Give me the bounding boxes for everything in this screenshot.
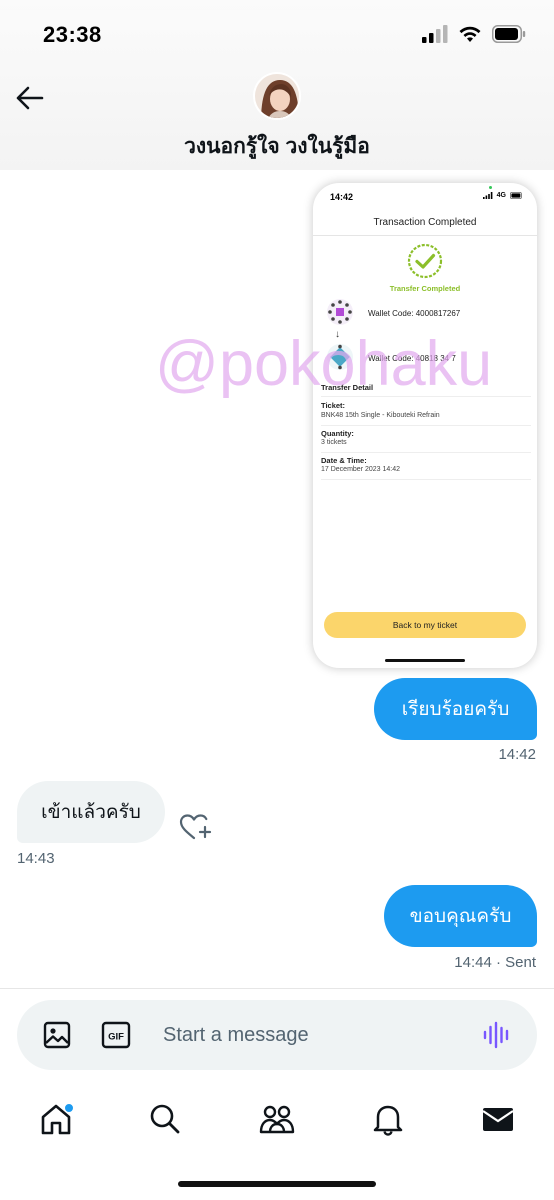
watermark: @pokohaku xyxy=(155,329,493,399)
status-bar: 23:38 xyxy=(0,0,554,70)
communities-icon xyxy=(259,1105,295,1134)
message-composer: GIF xyxy=(17,1000,537,1070)
attachment-divider xyxy=(313,235,537,236)
datetime-label: Date & Time: xyxy=(321,456,367,465)
status-icons xyxy=(422,25,526,43)
heart-plus-icon xyxy=(179,814,212,840)
battery-icon xyxy=(510,192,522,199)
nav-home[interactable] xyxy=(36,1099,76,1139)
transfer-completed-label: Transfer Completed xyxy=(389,284,461,293)
message-timestamp: 14:44 · Sent xyxy=(454,954,536,971)
attachment-title: Transaction Completed xyxy=(373,217,477,228)
attachment-status-icons: 4G xyxy=(482,192,523,199)
avatar[interactable] xyxy=(253,72,301,120)
wallet-code-from: Wallet Code: 4000817267 xyxy=(368,309,461,318)
home-indicator xyxy=(178,1181,376,1187)
back-to-ticket-button: Back to my ticket xyxy=(324,612,526,638)
nav-search[interactable] xyxy=(145,1099,185,1139)
wifi-icon xyxy=(459,26,481,42)
message-bubble-received[interactable]: เข้าแล้วครับ xyxy=(17,781,165,843)
conversation-title[interactable]: วงนอกรู้ใจ วงในรู้มือ xyxy=(0,130,554,163)
arrow-left-icon xyxy=(16,86,44,110)
notification-dot xyxy=(64,1103,74,1113)
privacy-dot xyxy=(489,186,492,189)
add-gif-button[interactable]: GIF xyxy=(101,1020,131,1050)
check-circle-icon xyxy=(407,243,443,279)
add-reaction-button[interactable] xyxy=(178,812,212,842)
message-timestamp: 14:42 xyxy=(498,746,536,763)
ticket-label: Ticket: xyxy=(321,401,346,410)
voice-icon xyxy=(483,1021,509,1049)
message-bubble-sent[interactable]: ขอบคุณครับ xyxy=(384,885,537,947)
nav-notifications[interactable] xyxy=(368,1099,408,1139)
gif-icon: GIF xyxy=(101,1021,131,1049)
voice-message-button[interactable] xyxy=(482,1020,512,1050)
detail-divider xyxy=(321,479,531,480)
message-bubble-sent[interactable]: เรียบร้อยครับ xyxy=(374,678,537,740)
envelope-icon xyxy=(482,1108,514,1131)
image-attachment[interactable]: 14:42 4G Transaction Completed Transfer … xyxy=(313,183,537,668)
quantity-label: Quantity: xyxy=(321,429,354,438)
message-input[interactable] xyxy=(163,1020,463,1050)
battery-icon xyxy=(492,25,526,43)
bottom-navigation xyxy=(0,1085,554,1155)
nav-communities[interactable] xyxy=(257,1099,297,1139)
status-time: 23:38 xyxy=(43,22,102,47)
attachment-status-time: 14:42 xyxy=(330,192,354,202)
attachment-network: 4G xyxy=(496,192,506,199)
datetime-value: 17 December 2023 14:42 xyxy=(321,466,400,473)
signal-icon xyxy=(482,192,493,199)
quantity-value: 3 tickets xyxy=(321,439,347,446)
message-timestamp: 14:43 xyxy=(17,850,55,867)
ticket-value: BNK48 15th Single - Kibouteki Refrain xyxy=(321,412,440,419)
detail-divider xyxy=(321,452,531,453)
back-button[interactable] xyxy=(14,84,46,112)
svg-text:GIF: GIF xyxy=(108,1032,124,1043)
composer-divider xyxy=(0,988,554,989)
detail-divider xyxy=(321,425,531,426)
nav-messages[interactable] xyxy=(478,1099,518,1139)
attachment-home-indicator xyxy=(385,659,465,662)
image-icon xyxy=(43,1021,71,1049)
signal-icon xyxy=(422,25,448,43)
bell-icon xyxy=(373,1105,403,1136)
wallet-icon xyxy=(327,299,353,325)
search-icon xyxy=(150,1104,180,1134)
add-image-button[interactable] xyxy=(42,1020,72,1050)
